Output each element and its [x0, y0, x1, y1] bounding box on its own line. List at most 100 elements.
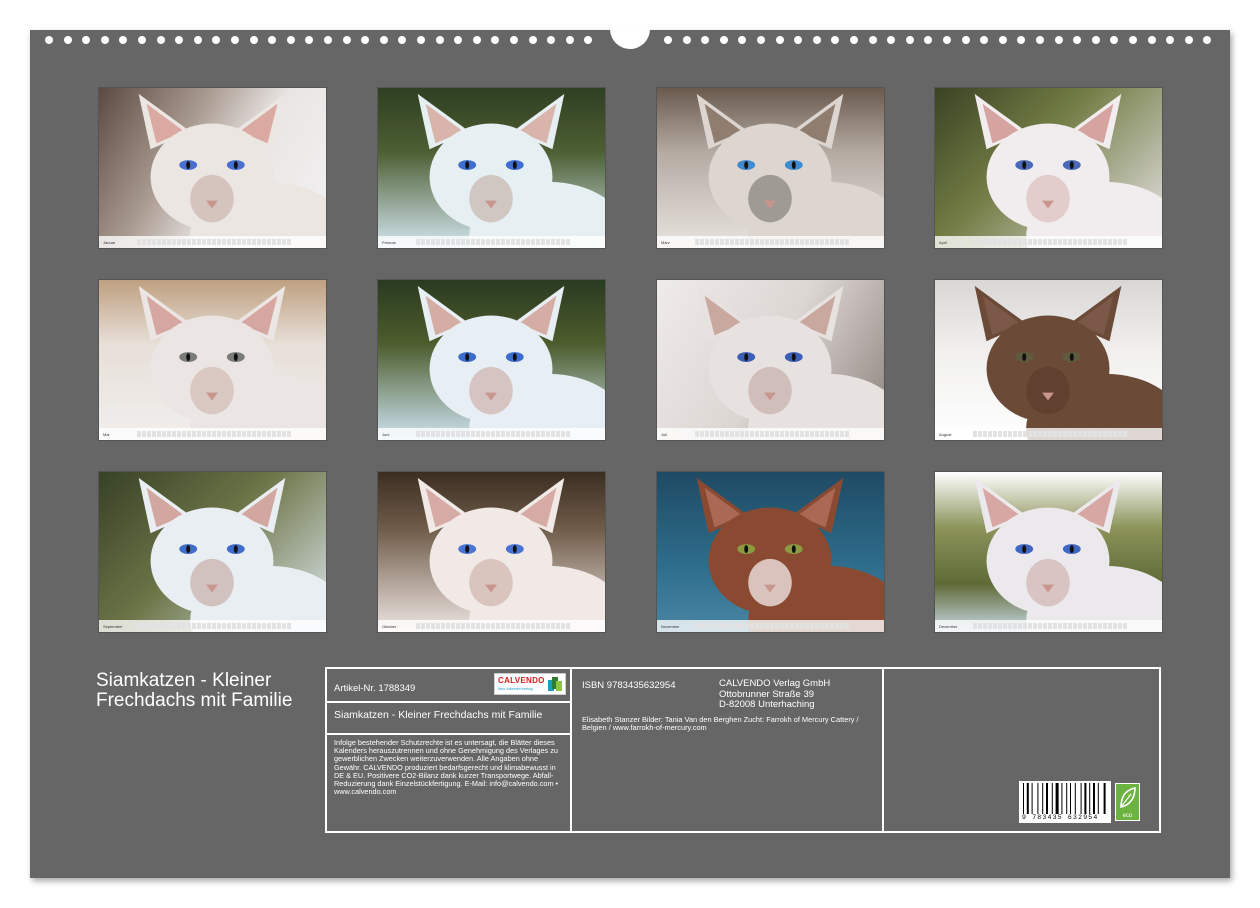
day-cell	[202, 623, 206, 629]
day-cell	[1053, 239, 1057, 245]
day-cell	[790, 239, 794, 245]
day-cell	[765, 239, 769, 245]
day-cell	[780, 431, 784, 437]
day-cell	[1078, 239, 1082, 245]
day-cell	[277, 623, 281, 629]
day-cell	[441, 239, 445, 245]
binding-hole	[305, 36, 314, 44]
day-cell	[795, 431, 799, 437]
day-cell	[700, 431, 704, 437]
binding-hole	[268, 36, 277, 44]
day-cell	[436, 239, 440, 245]
day-cell	[760, 431, 764, 437]
binding-hole	[286, 36, 295, 44]
binding-hole	[868, 36, 877, 44]
month-name: Oktober	[382, 623, 397, 629]
month-8: August	[934, 279, 1163, 441]
day-cell	[700, 623, 704, 629]
day-cell	[272, 431, 276, 437]
binding-hole	[812, 36, 821, 44]
month-name: April	[939, 239, 948, 245]
day-cell	[1033, 623, 1037, 629]
month-name: Mai	[103, 431, 110, 437]
binding-hole	[831, 36, 840, 44]
month-4: April	[934, 87, 1163, 249]
day-cell	[466, 431, 470, 437]
day-cell	[1048, 623, 1052, 629]
day-cell	[1028, 431, 1032, 437]
day-cell	[172, 623, 176, 629]
divider	[327, 733, 572, 735]
day-cell	[242, 239, 246, 245]
day-cell	[1053, 623, 1057, 629]
day-cell	[1038, 623, 1042, 629]
day-cell	[750, 431, 754, 437]
day-cells	[973, 431, 1127, 437]
day-cell	[486, 431, 490, 437]
day-cell	[1103, 431, 1107, 437]
day-cell	[197, 239, 201, 245]
calendar-strip: August	[935, 428, 1162, 440]
day-cell	[262, 239, 266, 245]
day-cell	[825, 239, 829, 245]
day-cell	[287, 623, 291, 629]
day-cell	[167, 431, 171, 437]
month-name: Juli	[661, 431, 668, 437]
day-cell	[207, 623, 211, 629]
day-cell	[516, 239, 520, 245]
day-cell	[506, 239, 510, 245]
day-cell	[242, 623, 246, 629]
day-cell	[820, 623, 824, 629]
day-cell	[993, 623, 997, 629]
info-column-barcode: 9 783435 632954 eco	[884, 669, 1159, 831]
day-cell	[182, 623, 186, 629]
day-cell	[222, 239, 226, 245]
day-cell	[491, 239, 495, 245]
day-cells	[695, 623, 849, 629]
day-cell	[212, 431, 216, 437]
day-cells	[416, 623, 570, 629]
day-cell	[1063, 431, 1067, 437]
day-cell	[1073, 431, 1077, 437]
day-cell	[1123, 623, 1127, 629]
day-cell	[257, 239, 261, 245]
day-cell	[730, 623, 734, 629]
day-cell	[775, 239, 779, 245]
day-cell	[815, 623, 819, 629]
day-cell	[730, 239, 734, 245]
day-cell	[536, 239, 540, 245]
day-cell	[277, 431, 281, 437]
day-cell	[1073, 623, 1077, 629]
publisher-address: CALVENDO Verlag GmbH Ottobrunner Straße …	[719, 678, 831, 711]
day-cell	[1093, 431, 1097, 437]
day-cell	[1093, 623, 1097, 629]
day-cell	[790, 623, 794, 629]
day-cell	[745, 431, 749, 437]
day-cell	[431, 239, 435, 245]
day-cell	[835, 239, 839, 245]
day-cell	[810, 623, 814, 629]
day-cell	[152, 431, 156, 437]
cat-photo-icon	[696, 477, 884, 632]
day-cell	[740, 623, 744, 629]
day-cell	[287, 239, 291, 245]
publisher-line: CALVENDO Verlag GmbH	[719, 678, 831, 689]
day-cell	[157, 431, 161, 437]
day-cell	[561, 239, 565, 245]
day-cell	[227, 239, 231, 245]
day-cell	[556, 431, 560, 437]
day-cell	[451, 431, 455, 437]
day-cell	[272, 239, 276, 245]
day-cell	[805, 239, 809, 245]
day-cell	[725, 239, 729, 245]
day-cell	[700, 239, 704, 245]
logo-tagline: kein kalenderverlag	[498, 686, 533, 691]
binding-hole	[435, 36, 444, 44]
day-cell	[845, 239, 849, 245]
binding-hole	[738, 36, 747, 44]
day-cell	[426, 239, 430, 245]
month-6: Juni	[377, 279, 606, 441]
day-cell	[1078, 623, 1082, 629]
day-cell	[815, 239, 819, 245]
month-photo	[378, 472, 605, 632]
